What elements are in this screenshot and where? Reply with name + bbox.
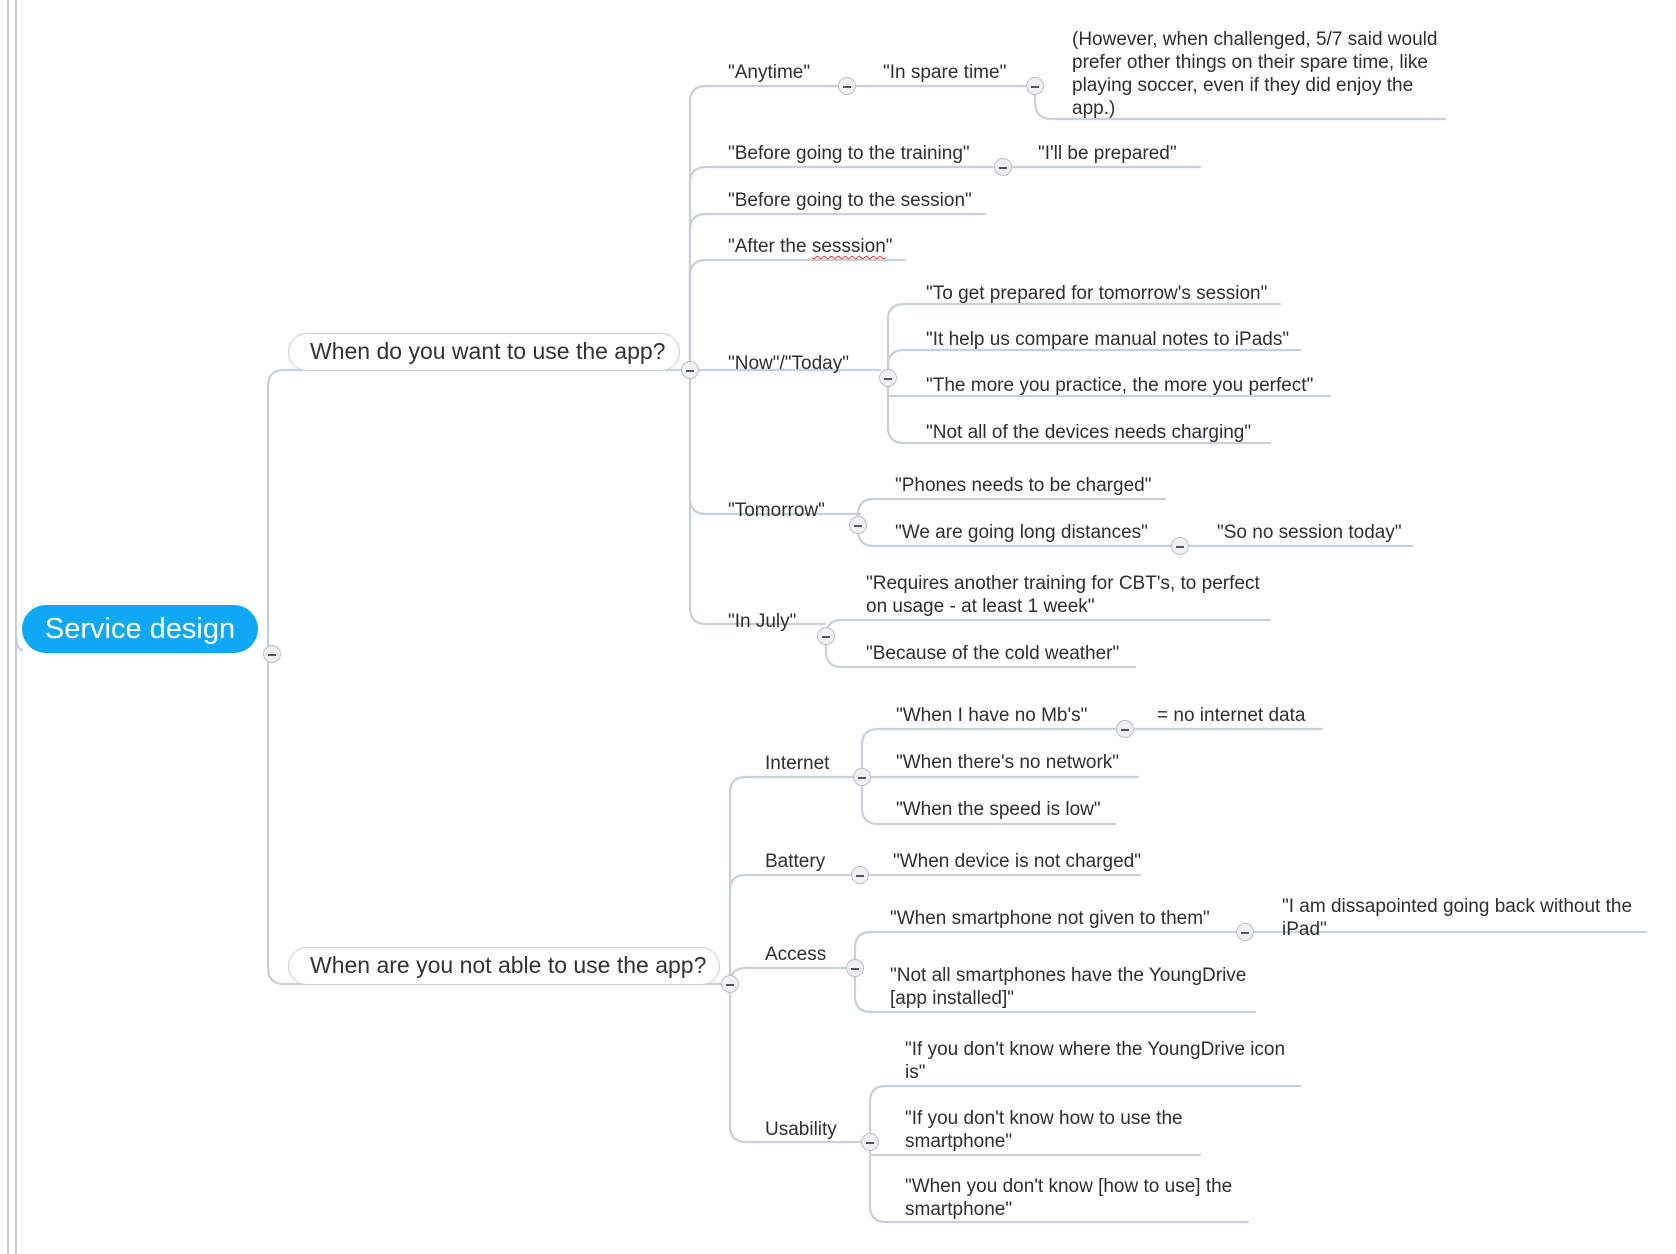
subtopic-after-session[interactable]: "After the sesssion"	[728, 235, 893, 258]
topic-when-not-able-label: When are you not able to use the app?	[310, 952, 707, 978]
subtopic-not-all-phones[interactable]: "Not all smartphones have the YoungDrive…	[890, 964, 1260, 1010]
root-topic-service-design[interactable]: Service design	[22, 605, 258, 653]
now-child-2[interactable]: "It help us compare manual notes to iPad…	[926, 328, 1289, 351]
subtopic-icon-unknown[interactable]: "If you don't know where the YoungDrive …	[905, 1038, 1290, 1084]
collapse-toggle-access[interactable]	[846, 959, 864, 977]
collapse-toggle-battery[interactable]	[851, 866, 869, 884]
subtopic-how-to-use[interactable]: "If you don't know how to use the smartp…	[905, 1107, 1200, 1153]
subtopic-ill-be-prepared[interactable]: "I'll be prepared"	[1038, 142, 1177, 165]
collapse-toggle-when-use[interactable]	[681, 361, 699, 379]
subtopic-not-given[interactable]: "When smartphone not given to them"	[890, 907, 1210, 930]
subtopic-dont-know[interactable]: "When you don't know [how to use] the sm…	[905, 1175, 1245, 1221]
collapse-toggle-not-given[interactable]	[1236, 923, 1254, 941]
collapse-toggle-usability[interactable]	[861, 1133, 879, 1151]
subtopic-disappointed[interactable]: "I am dissapointed going back without th…	[1282, 895, 1657, 941]
now-child-3[interactable]: "The more you practice, the more you per…	[926, 374, 1313, 397]
topic-when-use-app-label: When do you want to use the app?	[310, 338, 666, 364]
subtopic-no-session-today[interactable]: "So no session today"	[1217, 521, 1402, 544]
subtopic-internet[interactable]: Internet	[765, 752, 829, 775]
subtopic-tomorrow[interactable]: "Tomorrow"	[728, 499, 825, 522]
subtopic-before-session[interactable]: "Before going to the session"	[728, 189, 972, 212]
collapse-toggle-no-mbs[interactable]	[1116, 720, 1134, 738]
subtopic-speed-low[interactable]: "When the speed is low"	[896, 798, 1101, 821]
subtopic-cold-weather[interactable]: "Because of the cold weather"	[866, 642, 1119, 665]
collapse-toggle-in-july[interactable]	[817, 627, 835, 645]
spellcheck-word: sesssion	[811, 236, 886, 257]
note-however[interactable]: (However, when challenged, 5/7 said woul…	[1072, 28, 1452, 120]
subtopic-usability[interactable]: Usability	[765, 1118, 837, 1141]
collapse-toggle-long-distances[interactable]	[1171, 537, 1189, 555]
collapse-toggle-anytime[interactable]	[838, 77, 856, 95]
subtopic-long-distances[interactable]: "We are going long distances"	[895, 521, 1148, 544]
after-suffix: "	[885, 236, 893, 257]
subtopic-in-spare-time[interactable]: "In spare time"	[883, 61, 1006, 84]
subtopic-not-charged[interactable]: "When device is not charged"	[893, 850, 1141, 873]
subtopic-battery[interactable]: Battery	[765, 850, 825, 873]
subtopic-no-network[interactable]: "When there's no network"	[896, 751, 1119, 774]
subtopic-phones-charged[interactable]: "Phones needs to be charged"	[895, 474, 1151, 497]
collapse-toggle-before-training[interactable]	[994, 158, 1012, 176]
now-child-1[interactable]: "To get prepared for tomorrow's session"	[926, 282, 1267, 305]
collapse-toggle-now-today[interactable]	[879, 369, 897, 387]
collapse-toggle-spare-time[interactable]	[1026, 77, 1044, 95]
subtopic-now-today[interactable]: "Now"/"Today"	[728, 352, 849, 375]
after-prefix: "After the	[728, 236, 812, 257]
collapse-toggle-root[interactable]	[263, 645, 281, 663]
subtopic-access[interactable]: Access	[765, 943, 826, 966]
subtopic-in-july[interactable]: "In July"	[728, 610, 796, 633]
subtopic-before-training[interactable]: "Before going to the training"	[728, 142, 970, 165]
subtopic-no-mbs[interactable]: "When I have no Mb's"	[896, 704, 1087, 727]
subtopic-requires-training[interactable]: "Requires another training for CBT's, to…	[866, 572, 1266, 618]
subtopic-anytime[interactable]: "Anytime"	[728, 61, 810, 84]
collapse-toggle-when-not-able[interactable]	[721, 975, 739, 993]
now-child-4[interactable]: "Not all of the devices needs charging"	[926, 421, 1251, 444]
collapse-toggle-tomorrow[interactable]	[849, 516, 867, 534]
collapse-toggle-internet[interactable]	[853, 768, 871, 786]
subtopic-no-internet-data[interactable]: = no internet data	[1157, 704, 1305, 727]
